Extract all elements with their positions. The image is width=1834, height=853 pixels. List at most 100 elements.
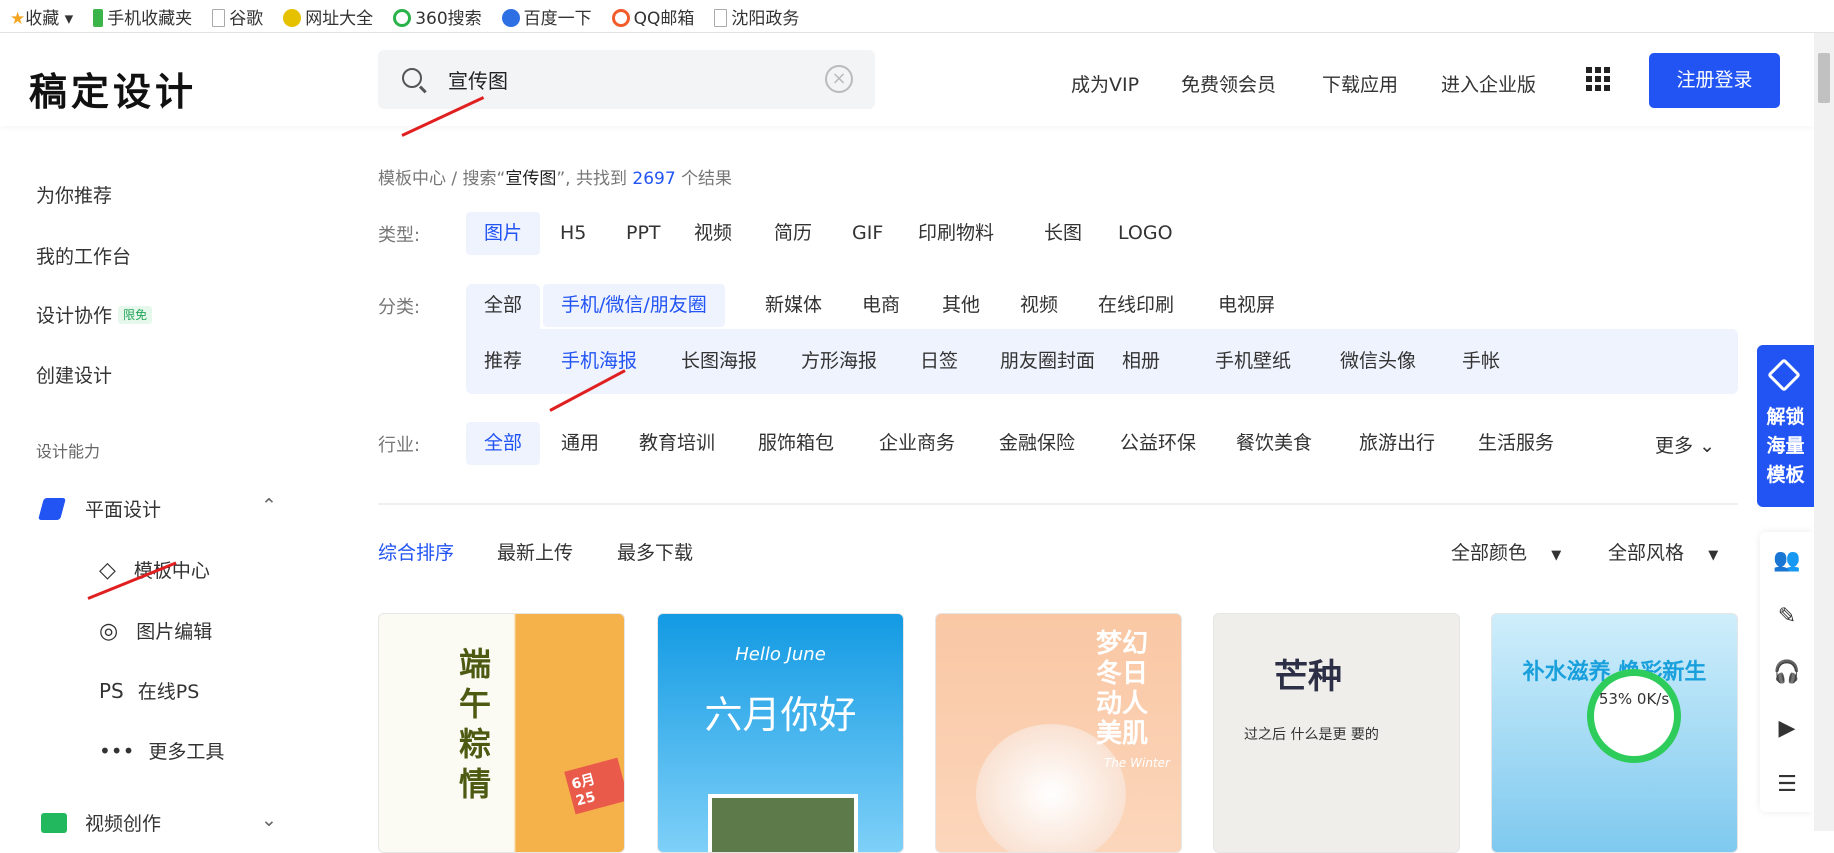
chevron-down-icon: ⌄ xyxy=(1699,435,1715,457)
bookmark-item[interactable]: 网址大全 xyxy=(283,4,373,29)
divider xyxy=(378,503,1738,505)
category-chip[interactable]: 视频 xyxy=(1002,284,1076,327)
bookmark-favorites[interactable]: ★收藏 ▾ xyxy=(10,4,73,29)
industry-chip[interactable]: 全部 xyxy=(466,422,541,465)
industry-chip[interactable]: 教育培训 xyxy=(621,422,733,465)
more-industries-button[interactable]: 更多 ⌄ xyxy=(1655,431,1715,458)
template-card[interactable]: Hello June 六月你好 xyxy=(657,613,904,853)
nav-enterprise[interactable]: 进入企业版 xyxy=(1441,70,1536,97)
subcategory-chip[interactable]: 相册 xyxy=(1104,340,1178,383)
result-count: 2697 xyxy=(632,169,676,189)
nav-vip[interactable]: 成为VIP xyxy=(1071,70,1139,97)
clear-icon[interactable]: × xyxy=(825,65,853,93)
sidebar-sub-image-edit[interactable]: ◎ 图片编辑 xyxy=(99,617,212,644)
subcategory-chip[interactable]: 推荐 xyxy=(466,340,540,383)
industry-chip[interactable]: 旅游出行 xyxy=(1341,422,1453,465)
side-tools: 👥 ✎ 🎧 ▶ ☰ xyxy=(1760,532,1814,812)
nav-free-member[interactable]: 免费领会员 xyxy=(1181,70,1276,97)
search-input[interactable] xyxy=(448,62,788,96)
industry-chip[interactable]: 金融保险 xyxy=(981,422,1093,465)
category-chip[interactable]: 其他 xyxy=(924,284,998,327)
bookmark-item[interactable]: QQ邮箱 xyxy=(611,4,694,29)
chevron-up-icon: ⌃ xyxy=(261,495,277,517)
page-icon xyxy=(212,8,226,27)
template-card[interactable]: 补水滋养 焕彩新生 53% 0K/s xyxy=(1491,613,1738,853)
apps-grid-icon[interactable] xyxy=(1586,67,1610,91)
category-chip[interactable]: 电视屏 xyxy=(1200,284,1293,327)
industry-chip[interactable]: 生活服务 xyxy=(1460,422,1572,465)
category-chip[interactable]: 手机/微信/朋友圈 xyxy=(543,284,725,327)
sidebar-item-workspace[interactable]: 我的工作台 xyxy=(36,242,131,269)
headset-icon[interactable]: 🎧 xyxy=(1760,644,1814,700)
category-chip[interactable]: 在线印刷 xyxy=(1080,284,1192,327)
type-chip[interactable]: GIF xyxy=(834,212,901,255)
sort-downloads[interactable]: 最多下载 xyxy=(617,538,693,565)
search-icon[interactable] xyxy=(402,68,422,88)
bookmark-item[interactable]: 沈阳政务 xyxy=(714,4,799,29)
type-chip[interactable]: 长图 xyxy=(1026,212,1100,255)
type-chip[interactable]: H5 xyxy=(542,212,604,255)
edit-icon[interactable]: ✎ xyxy=(1760,588,1814,644)
bookmark-item[interactable]: 手机收藏夹 xyxy=(93,4,192,29)
sidebar-group-video[interactable]: 视频创作 ⌄ xyxy=(41,809,281,836)
subcategory-chip[interactable]: 朋友圈封面 xyxy=(982,340,1113,383)
scrollbar[interactable] xyxy=(1814,33,1834,831)
category-chip[interactable]: 全部 xyxy=(466,284,541,334)
bookmark-item[interactable]: 谷歌 xyxy=(212,4,263,29)
sidebar-group-graphic[interactable]: 平面设计 ⌃ xyxy=(38,495,281,522)
type-chip[interactable]: LOGO xyxy=(1100,212,1191,255)
template-card[interactable]: 端午粽情 6月 25 xyxy=(378,613,625,853)
color-filter-dropdown[interactable]: 全部颜色 ▼ xyxy=(1451,538,1561,565)
category-chip[interactable]: 电商 xyxy=(844,284,918,327)
sort-newest[interactable]: 最新上传 xyxy=(497,538,573,565)
subcategory-chip[interactable]: 手机海报 xyxy=(543,340,655,383)
page-icon xyxy=(714,8,728,27)
sidebar-sub-ps[interactable]: PS 在线PS xyxy=(99,677,199,704)
subcategory-chip[interactable]: 日签 xyxy=(902,340,976,383)
type-chip[interactable]: 视频 xyxy=(676,212,750,255)
site-icon xyxy=(283,8,302,27)
industry-chip[interactable]: 服饰箱包 xyxy=(740,422,852,465)
scrollbar-thumb[interactable] xyxy=(1818,53,1830,103)
subcategory-chip[interactable]: 微信头像 xyxy=(1322,340,1434,383)
industry-chip[interactable]: 公益环保 xyxy=(1102,422,1214,465)
video-icon[interactable]: ▶ xyxy=(1760,700,1814,756)
sidebar-item-recommend[interactable]: 为你推荐 xyxy=(36,181,112,208)
bookmark-item[interactable]: 360搜索 xyxy=(393,4,482,29)
unlock-templates-button[interactable]: 解锁 海量 模板 xyxy=(1757,345,1814,507)
bookmark-item[interactable]: 百度一下 xyxy=(501,4,592,29)
subcategory-chip[interactable]: 长图海报 xyxy=(663,340,775,383)
logo[interactable]: 稿定设计 xyxy=(29,61,197,116)
baidu-icon xyxy=(501,8,520,27)
users-icon[interactable]: 👥 xyxy=(1760,532,1814,588)
industry-chip[interactable]: 企业商务 xyxy=(861,422,973,465)
template-card[interactable]: 芒种 过之后 什么是更 要的 xyxy=(1213,613,1460,853)
caret-down-icon: ▼ xyxy=(1708,548,1719,563)
category-chip[interactable]: 新媒体 xyxy=(747,284,840,327)
message-icon[interactable]: ☰ xyxy=(1760,756,1814,812)
poster-photo xyxy=(708,794,858,852)
subcategory-chip[interactable]: 手机壁纸 xyxy=(1197,340,1309,383)
style-filter-dropdown[interactable]: 全部风格 ▼ xyxy=(1608,538,1718,565)
more-icon: ••• xyxy=(99,739,135,763)
type-chip[interactable]: PPT xyxy=(608,212,679,255)
diamond-icon xyxy=(1767,358,1801,392)
sidebar-item-collab[interactable]: 设计协作 限免 xyxy=(36,301,153,328)
sort-default[interactable]: 综合排序 xyxy=(378,538,454,565)
template-card[interactable]: 梦幻冬日 动人美肌 The Winter xyxy=(935,613,1182,853)
subcategory-chip[interactable]: 手帐 xyxy=(1444,340,1518,383)
sidebar-item-create[interactable]: 创建设计 xyxy=(36,361,112,388)
industry-chip[interactable]: 餐饮美食 xyxy=(1218,422,1330,465)
login-button[interactable]: 注册登录 xyxy=(1649,53,1780,108)
layers-icon: ◇ xyxy=(99,558,116,583)
sidebar-sub-more[interactable]: ••• 更多工具 xyxy=(99,737,224,764)
breadcrumb-root[interactable]: 模板中心 xyxy=(378,169,446,189)
nav-download-app[interactable]: 下载应用 xyxy=(1322,70,1398,97)
industry-chip[interactable]: 通用 xyxy=(543,422,617,465)
type-chip[interactable]: 简历 xyxy=(756,212,830,255)
type-chip[interactable]: 印刷物料 xyxy=(900,212,1012,255)
subcategory-chip[interactable]: 方形海报 xyxy=(783,340,895,383)
type-chip[interactable]: 图片 xyxy=(466,212,541,255)
qq-mail-icon xyxy=(611,8,630,27)
industry-label: 行业: xyxy=(378,435,421,456)
